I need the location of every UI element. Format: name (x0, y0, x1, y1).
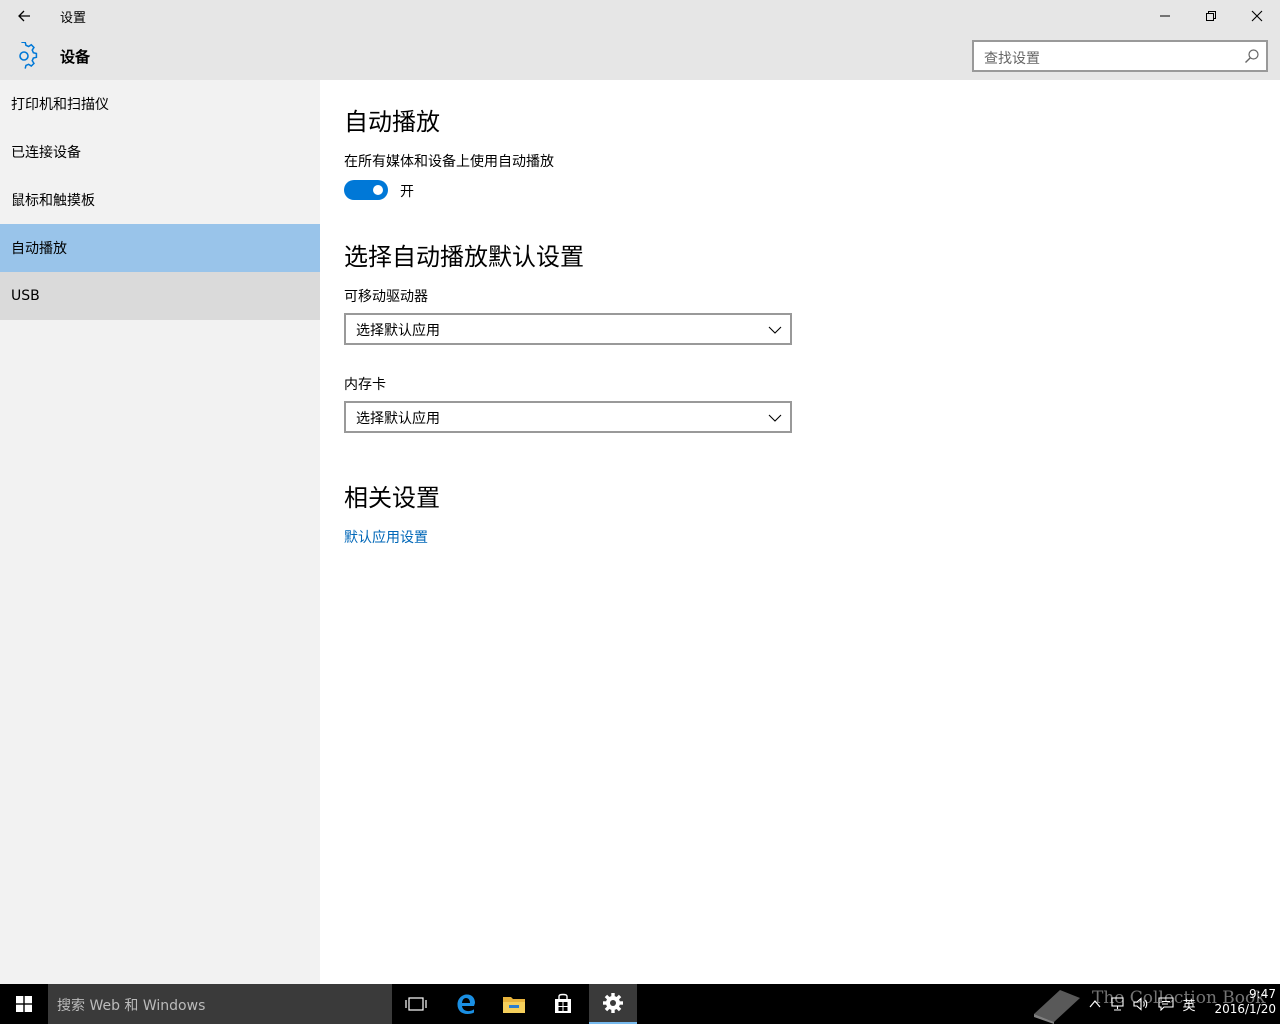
settings-taskbar-button[interactable] (589, 984, 637, 1024)
default-apps-link[interactable]: 默认应用设置 (344, 527, 428, 547)
removable-drive-value: 选择默认应用 (356, 323, 440, 339)
sidebar: 打印机和扫描仪 已连接设备 鼠标和触摸板 自动播放 USB (0, 80, 320, 984)
settings-gear-icon (603, 993, 623, 1013)
action-center-button[interactable] (1154, 984, 1178, 1024)
main-content: 自动播放 在所有媒体和设备上使用自动播放 开 选择自动播放默认设置 可移动驱动器… (320, 80, 1280, 984)
restore-button[interactable] (1188, 0, 1234, 32)
toggle-knob (373, 185, 383, 195)
sidebar-item-printers-scanners[interactable]: 打印机和扫描仪 (0, 80, 320, 128)
network-icon (1111, 997, 1124, 1011)
input-method-indicator[interactable]: 英 (1178, 984, 1200, 1024)
memory-card-value: 选择默认应用 (356, 411, 440, 427)
autoplay-toggle[interactable] (344, 180, 388, 200)
autoplay-heading: 自动播放 (344, 108, 440, 136)
defaults-heading: 选择自动播放默认设置 (344, 243, 584, 271)
settings-header: 设备 查找设置 (0, 32, 1280, 80)
volume-icon (1133, 997, 1148, 1011)
sidebar-item-label: 已连接设备 (11, 145, 81, 161)
windows-logo-icon (16, 996, 32, 1012)
file-explorer-icon (503, 997, 525, 1013)
store-taskbar-button[interactable] (539, 984, 587, 1024)
chevron-up-icon (1089, 1000, 1101, 1008)
taskbar-search-box[interactable]: 搜索 Web 和 Windows (48, 984, 392, 1024)
gear-icon (19, 42, 38, 69)
edge-icon (457, 994, 475, 1014)
action-center-icon (1158, 997, 1174, 1011)
task-view-icon (405, 997, 427, 1011)
sidebar-item-label: 鼠标和触摸板 (11, 193, 95, 209)
taskbar-search-placeholder: 搜索 Web 和 Windows (57, 998, 206, 1014)
close-button[interactable] (1234, 0, 1280, 32)
taskbar-clock[interactable]: 9:47 2016/1/20 (1200, 987, 1276, 1017)
task-view-button[interactable] (392, 984, 440, 1024)
page-title: 设备 (60, 48, 91, 66)
volume-tray-button[interactable] (1130, 984, 1152, 1024)
close-icon (1251, 10, 1263, 22)
file-explorer-taskbar-button[interactable] (490, 984, 538, 1024)
minimize-icon (1160, 15, 1170, 17)
search-input[interactable]: 查找设置 (972, 40, 1268, 72)
sidebar-item-usb[interactable]: USB (0, 272, 320, 320)
sidebar-item-label: 打印机和扫描仪 (11, 97, 109, 113)
memory-card-label: 内存卡 (344, 377, 386, 393)
back-arrow-icon (18, 10, 30, 22)
memory-card-dropdown[interactable]: 选择默认应用 (344, 401, 792, 433)
removable-drive-label: 可移动驱动器 (344, 289, 428, 305)
window-title: 设置 (60, 11, 87, 26)
sidebar-item-label: 自动播放 (11, 241, 67, 257)
network-tray-button[interactable] (1106, 984, 1128, 1024)
sidebar-item-label: USB (11, 288, 40, 304)
show-hidden-icons-button[interactable] (1086, 984, 1104, 1024)
edge-taskbar-button[interactable] (442, 984, 490, 1024)
search-icon[interactable] (1244, 48, 1260, 64)
title-bar: 设置 (0, 0, 1280, 32)
autoplay-toggle-label: 在所有媒体和设备上使用自动播放 (344, 154, 554, 170)
autoplay-toggle-state: 开 (400, 184, 414, 200)
minimize-button[interactable] (1142, 0, 1188, 32)
search-placeholder: 查找设置 (984, 51, 1040, 67)
store-icon (555, 993, 571, 1013)
removable-drive-dropdown[interactable]: 选择默认应用 (344, 313, 792, 345)
chevron-down-icon (768, 414, 782, 422)
sidebar-item-mouse-touchpad[interactable]: 鼠标和触摸板 (0, 176, 320, 224)
sidebar-item-autoplay[interactable]: 自动播放 (0, 224, 320, 272)
start-button[interactable] (0, 984, 48, 1024)
restore-icon (1206, 11, 1216, 21)
sidebar-item-connected-devices[interactable]: 已连接设备 (0, 128, 320, 176)
clock-time: 9:47 (1249, 987, 1276, 1001)
watermark-book-icon (1034, 990, 1080, 1024)
taskbar: 搜索 Web 和 Windows The Collection Book 英 9… (0, 984, 1280, 1024)
back-button[interactable] (0, 0, 48, 32)
related-settings-heading: 相关设置 (344, 484, 440, 512)
clock-date: 2016/1/20 (1214, 1002, 1276, 1016)
chevron-down-icon (768, 326, 782, 334)
